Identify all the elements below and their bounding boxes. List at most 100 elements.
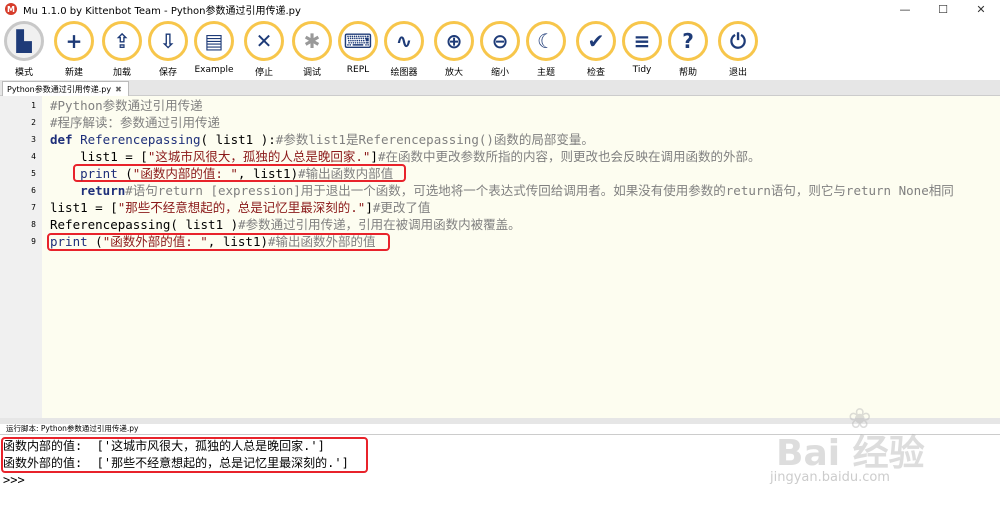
code-token: Referencepassing( list1 )	[50, 217, 239, 232]
line-number: 1	[31, 101, 36, 110]
window-title: Mu 1.1.0 by Kittenbot Team - Python参数通过引…	[23, 5, 301, 17]
tab-label: Python参数通过引用传递.py	[7, 84, 112, 94]
toolbar-button-label: 保存	[158, 68, 177, 78]
toolbar-button-label: 调试	[302, 68, 321, 78]
code-token: , list1)	[207, 234, 269, 249]
toolbar-button-help[interactable]: ? 帮助	[666, 21, 710, 78]
toolbar-button-stop[interactable]: ✕ 停止	[242, 21, 286, 78]
toolbar-button-plus[interactable]: + 新建	[52, 21, 96, 78]
toolbar-button-power[interactable]: ⏻ 退出	[716, 21, 760, 78]
toolbar-button-thumbs-up[interactable]: ✔ 检查	[574, 21, 618, 78]
runner-header: 运行脚本: Python参数通过引用传递.py	[6, 424, 139, 433]
code-editor[interactable]: 1 2 3 4 5 6 7 8 9 #Python参数通过引用传递 #程序解读：参数通过引用传递 de…	[0, 96, 1000, 418]
line-number-gutter	[0, 96, 42, 418]
toolbar-button-bug[interactable]: ✱ 调试	[290, 21, 334, 78]
code-token: #Python参数通过引用传递	[50, 98, 203, 113]
plus-icon: +	[54, 21, 94, 61]
toolbar-button-label: 缩小	[490, 68, 509, 78]
toolbar-button-label: 退出	[728, 68, 747, 78]
line-number: 4	[31, 152, 36, 161]
code-token: #更改了值	[372, 200, 431, 215]
mode-icon: ▙	[4, 21, 44, 61]
code-token: list1 = [	[50, 149, 148, 164]
code-token: ]	[370, 149, 378, 164]
code-line: print ("函数内部的值: ", list1)#输出函数内部值	[50, 165, 393, 182]
code-line: def Referencepassing( list1 ):#参数list1是R…	[50, 131, 594, 148]
toolbar-button-plotter[interactable]: ∿ 绘图器	[382, 21, 426, 78]
line-number: 7	[31, 203, 36, 212]
tidy-icon: ≡	[622, 21, 662, 61]
code-token: (	[95, 234, 103, 249]
download-icon: ⇩	[148, 21, 188, 61]
toolbar-button-mode[interactable]: ▙ 模式	[2, 21, 46, 78]
title-bar: M Mu 1.1.0 by Kittenbot Team - Python参数通…	[0, 0, 1000, 18]
code-token: "函数外部的值: "	[102, 234, 208, 249]
help-icon: ?	[668, 21, 708, 61]
output-line: 函数外部的值: ['那些不经意想起的，总是记忆里最深刻的.']	[3, 456, 349, 470]
toolbar-button-zoom-in[interactable]: ⊕ 放大	[432, 21, 476, 78]
plotter-icon: ∿	[384, 21, 424, 61]
toolbar-button-upload[interactable]: ⇪ 加载	[100, 21, 144, 78]
repl-output-pane[interactable]: 函数内部的值: ['这城市风很大，孤独的人总是晚回家.'] 函数外部的值: ['那…	[0, 434, 1000, 508]
code-token: #语句return [expression]用于退出一个函数，可选地将一个表达式…	[125, 183, 954, 198]
toolbar-button-label: 停止	[254, 68, 273, 78]
upload-icon: ⇪	[102, 21, 142, 61]
code-token: "函数内部的值: "	[132, 166, 238, 181]
code-token: #程序解读：参数通过引用传递	[50, 115, 221, 130]
stop-icon: ✕	[244, 21, 284, 61]
code-line: Referencepassing( list1 )#参数通过引用传递，引用在被调…	[50, 216, 521, 233]
tab-bar: Python参数通过引用传递.py ✖	[0, 80, 1000, 96]
code-token: def	[50, 132, 81, 147]
thumbs-up-icon: ✔	[576, 21, 616, 61]
minimize-button[interactable]: —	[886, 0, 924, 18]
toolbar-button-label: 新建	[64, 68, 83, 78]
output-line: 函数内部的值: ['这城市风很大，孤独的人总是晚回家.']	[3, 439, 325, 453]
code-token: ]	[365, 200, 373, 215]
code-line: return#语句return [expression]用于退出一个函数，可选地…	[50, 182, 954, 199]
toolbar-button-zoom-out[interactable]: ⊖ 缩小	[478, 21, 522, 78]
line-number: 5	[31, 169, 36, 178]
zoom-out-icon: ⊖	[480, 21, 520, 61]
toolbar-button-download[interactable]: ⇩ 保存	[146, 21, 190, 78]
maximize-button[interactable]: ☐	[924, 0, 962, 18]
toolbar-button-keyboard[interactable]: ⌨ REPL	[336, 21, 380, 75]
code-token: "这城市风很大，孤独的人总是晚回家."	[147, 149, 371, 164]
toolbar-button-label: 绘图器	[390, 68, 418, 78]
mu-app-icon: M	[5, 3, 17, 15]
toolbar-button-example[interactable]: ▤ Example	[192, 21, 236, 75]
code-token: #参数list1是Referencepassing()函数的局部变量。	[275, 132, 594, 147]
line-number: 3	[31, 135, 36, 144]
zoom-in-icon: ⊕	[434, 21, 474, 61]
code-token: (	[125, 166, 133, 181]
code-token: #输出函数内部值	[298, 166, 394, 181]
toolbar: ▙ 模式 + 新建 ⇪ 加载 ⇩ 保存 ▤ Example ✕ 停止 ✱ 调试 ⌨ REPL ∿ 绘图器 ⊕ 放大 ⊖ 缩…	[0, 18, 1000, 80]
code-token: #在函数中更改参数所指的内容，则更改也会反映在调用函数的外部。	[377, 149, 761, 164]
line-number: 8	[31, 220, 36, 229]
code-token: list1 = [	[50, 200, 118, 215]
code-token: ( list1 ):	[200, 132, 276, 147]
line-number: 6	[31, 186, 36, 195]
code-line: #程序解读：参数通过引用传递	[50, 114, 220, 131]
code-token: #输出函数外部的值	[268, 234, 376, 249]
tab-python-file[interactable]: Python参数通过引用传递.py ✖	[2, 81, 129, 96]
code-line: print ("函数外部的值: ", list1)#输出函数外部的值	[50, 233, 376, 250]
toolbar-button-moon[interactable]: ☾ 主题	[524, 21, 568, 78]
close-window-button[interactable]: ✕	[962, 0, 1000, 18]
bug-icon: ✱	[292, 21, 332, 61]
power-icon: ⏻	[718, 21, 758, 61]
toolbar-button-label: Example	[194, 65, 234, 75]
code-token: return	[50, 183, 126, 198]
toolbar-button-tidy[interactable]: ≡ Tidy	[620, 21, 664, 75]
code-token: Referencepassing	[80, 132, 201, 147]
line-number: 9	[31, 237, 36, 246]
code-token: , list1)	[237, 166, 299, 181]
tab-close-icon[interactable]: ✖	[115, 85, 122, 94]
window-controls: — ☐ ✕	[886, 0, 1000, 18]
toolbar-button-label: 帮助	[678, 68, 697, 78]
code-line: #Python参数通过引用传递	[50, 97, 203, 114]
line-number: 2	[31, 118, 36, 127]
toolbar-button-label: REPL	[346, 65, 370, 75]
code-token: "那些不经意想起的，总是记忆里最深刻的."	[117, 200, 366, 215]
toolbar-button-label: 放大	[444, 68, 463, 78]
toolbar-button-label: 模式	[14, 68, 33, 78]
